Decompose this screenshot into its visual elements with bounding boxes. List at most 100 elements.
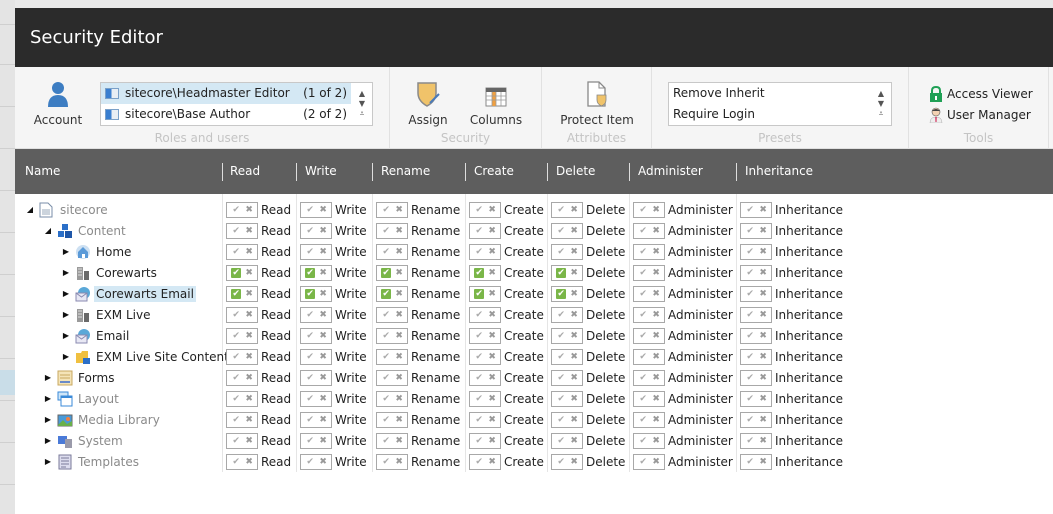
deny-x-icon[interactable]: ✖ (488, 289, 496, 299)
permission-toggle[interactable]: ✔ ✖ (551, 243, 583, 260)
expand-arrow-icon[interactable]: ▶ (61, 289, 71, 298)
deny-x-icon[interactable]: ✖ (759, 457, 767, 467)
deny-x-icon[interactable]: ✖ (488, 352, 496, 362)
allow-check-icon[interactable]: ✔ (305, 457, 315, 467)
allow-check-icon[interactable]: ✔ (305, 267, 316, 278)
deny-x-icon[interactable]: ✖ (395, 373, 403, 383)
permission-toggle[interactable]: ✔ ✖ (633, 432, 665, 449)
allow-check-icon[interactable]: ✔ (231, 436, 241, 446)
allow-check-icon[interactable]: ✔ (745, 415, 755, 425)
allow-check-icon[interactable]: ✔ (305, 394, 315, 404)
expand-arrow-icon[interactable]: ▶ (43, 373, 53, 382)
deny-x-icon[interactable]: ✖ (319, 436, 327, 446)
column-separator[interactable] (736, 163, 737, 181)
permission-toggle[interactable]: ✔ ✖ (469, 390, 501, 407)
allow-check-icon[interactable]: ✔ (381, 415, 391, 425)
allow-check-icon[interactable]: ✔ (638, 373, 648, 383)
permission-toggle[interactable]: ✔ ✖ (740, 327, 772, 344)
deny-x-icon[interactable]: ✖ (488, 373, 496, 383)
table-row[interactable]: ▶ Corewarts Email ✔ ✖ Read ✔ ✖ Write ✔ ✖ Rename ✔ ✖ C… (15, 283, 1053, 304)
allow-check-icon[interactable]: ✔ (474, 415, 484, 425)
permission-toggle[interactable]: ✔ ✖ (551, 432, 583, 449)
deny-x-icon[interactable]: ✖ (245, 268, 253, 278)
item-name[interactable]: Content (76, 223, 128, 239)
allow-check-icon[interactable]: ✔ (638, 394, 648, 404)
permission-toggle[interactable]: ✔ ✖ (300, 453, 332, 470)
deny-x-icon[interactable]: ✖ (652, 247, 660, 257)
permission-toggle[interactable]: ✔ ✖ (376, 348, 408, 365)
permission-toggle[interactable]: ✔ ✖ (551, 369, 583, 386)
allow-check-icon[interactable]: ✔ (556, 352, 566, 362)
allow-check-icon[interactable]: ✔ (638, 352, 648, 362)
permission-toggle[interactable]: ✔ ✖ (376, 306, 408, 323)
column-header-create[interactable]: Create (474, 164, 514, 178)
presets-scroll-arrows[interactable]: ▲ ▼ ⩡ (871, 83, 891, 125)
permission-toggle[interactable]: ✔ ✖ (740, 411, 772, 428)
columns-button[interactable]: Columns (468, 79, 524, 127)
expand-list-icon[interactable]: ⩡ (360, 109, 365, 119)
deny-x-icon[interactable]: ✖ (395, 352, 403, 362)
deny-x-icon[interactable]: ✖ (395, 205, 403, 215)
presets-list[interactable]: Remove Inherit Require Login ▲ ▼ ⩡ (668, 82, 892, 126)
deny-x-icon[interactable]: ✖ (652, 352, 660, 362)
column-separator[interactable] (296, 163, 297, 181)
deny-x-icon[interactable]: ✖ (759, 352, 767, 362)
deny-x-icon[interactable]: ✖ (652, 226, 660, 236)
item-name[interactable]: EXM Live Site Content (94, 349, 231, 365)
roles-scroll-arrows[interactable]: ▲ ▼ ⩡ (352, 83, 372, 125)
deny-x-icon[interactable]: ✖ (245, 289, 253, 299)
allow-check-icon[interactable]: ✔ (305, 331, 315, 341)
permission-toggle[interactable]: ✔ ✖ (376, 453, 408, 470)
deny-x-icon[interactable]: ✖ (395, 268, 403, 278)
table-row[interactable]: ▶ Email ✔ ✖ Read ✔ ✖ Write ✔ ✖ Rename ✔ ✖ Create ✔ ✖ Del… (15, 325, 1053, 346)
allow-check-icon[interactable]: ✔ (745, 394, 755, 404)
permission-toggle[interactable]: ✔ ✖ (226, 432, 258, 449)
allow-check-icon[interactable]: ✔ (231, 226, 241, 236)
permission-toggle[interactable]: ✔ ✖ (551, 411, 583, 428)
permission-toggle[interactable]: ✔ ✖ (300, 411, 332, 428)
permission-toggle[interactable]: ✔ ✖ (226, 264, 258, 281)
permission-toggle[interactable]: ✔ ✖ (740, 201, 772, 218)
expand-arrow-icon[interactable]: ▶ (43, 394, 53, 403)
permission-toggle[interactable]: ✔ ✖ (226, 411, 258, 428)
table-row[interactable]: ▶ Corewarts ✔ ✖ Read ✔ ✖ Write ✔ ✖ Rename ✔ ✖ Create ✔… (15, 262, 1053, 283)
preset-list-item[interactable]: Remove Inherit (669, 83, 891, 104)
deny-x-icon[interactable]: ✖ (759, 205, 767, 215)
allow-check-icon[interactable]: ✔ (556, 415, 566, 425)
allow-check-icon[interactable]: ✔ (474, 331, 484, 341)
permission-toggle[interactable]: ✔ ✖ (740, 285, 772, 302)
allow-check-icon[interactable]: ✔ (556, 226, 566, 236)
expand-arrow-icon[interactable]: ▶ (61, 352, 71, 361)
allow-check-icon[interactable]: ✔ (305, 352, 315, 362)
allow-check-icon[interactable]: ✔ (381, 205, 391, 215)
deny-x-icon[interactable]: ✖ (652, 289, 660, 299)
permission-toggle[interactable]: ✔ ✖ (469, 201, 501, 218)
allow-check-icon[interactable]: ✔ (556, 310, 566, 320)
allow-check-icon[interactable]: ✔ (638, 310, 648, 320)
allow-check-icon[interactable]: ✔ (556, 267, 567, 278)
permission-toggle[interactable]: ✔ ✖ (551, 264, 583, 281)
allow-check-icon[interactable]: ✔ (381, 436, 391, 446)
permission-toggle[interactable]: ✔ ✖ (300, 243, 332, 260)
deny-x-icon[interactable]: ✖ (488, 331, 496, 341)
allow-check-icon[interactable]: ✔ (745, 205, 755, 215)
deny-x-icon[interactable]: ✖ (570, 247, 578, 257)
table-row[interactable]: ◢ Content ✔ ✖ Read ✔ ✖ Write ✔ ✖ Rename ✔ ✖ Create ✔ ✖ D… (15, 220, 1053, 241)
roles-list[interactable]: sitecore\Headmaster Editor (1 of 2) siteco… (100, 82, 373, 126)
allow-check-icon[interactable]: ✔ (381, 310, 391, 320)
allow-check-icon[interactable]: ✔ (305, 373, 315, 383)
permission-toggle[interactable]: ✔ ✖ (633, 285, 665, 302)
deny-x-icon[interactable]: ✖ (319, 331, 327, 341)
allow-check-icon[interactable]: ✔ (474, 373, 484, 383)
deny-x-icon[interactable]: ✖ (319, 373, 327, 383)
allow-check-icon[interactable]: ✔ (638, 415, 648, 425)
deny-x-icon[interactable]: ✖ (570, 394, 578, 404)
allow-check-icon[interactable]: ✔ (231, 352, 241, 362)
table-row[interactable]: ▶ Layout ✔ ✖ Read ✔ ✖ Write ✔ ✖ Rename ✔ ✖ Create ✔ ✖ De… (15, 388, 1053, 409)
allow-check-icon[interactable]: ✔ (638, 289, 648, 299)
deny-x-icon[interactable]: ✖ (759, 331, 767, 341)
scroll-down-icon[interactable]: ▼ (878, 99, 884, 109)
deny-x-icon[interactable]: ✖ (570, 226, 578, 236)
allow-check-icon[interactable]: ✔ (231, 331, 241, 341)
permission-toggle[interactable]: ✔ ✖ (551, 327, 583, 344)
